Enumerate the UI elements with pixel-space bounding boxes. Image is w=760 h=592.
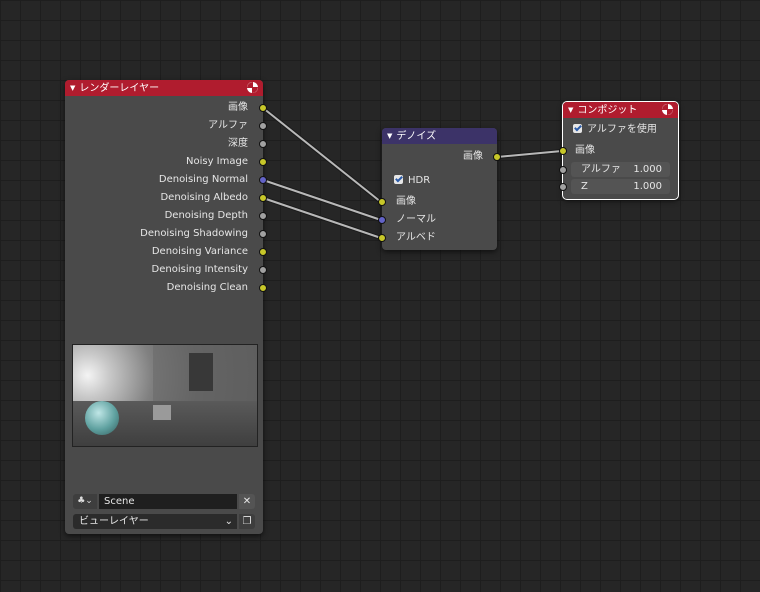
z-field-value: 1.000 — [633, 181, 662, 192]
collapse-arrow-icon[interactable]: ▼ — [387, 132, 392, 140]
output-denoising-clean-label: Denoising Clean — [166, 282, 248, 293]
collapse-arrow-icon[interactable]: ▼ — [568, 106, 573, 114]
output-image-label: 画像 — [228, 102, 248, 113]
denoise-input-albedo-socket[interactable] — [378, 234, 386, 242]
output-denoising-normal-socket[interactable] — [259, 176, 267, 184]
output-denoising-albedo-label: Denoising Albedo — [160, 192, 248, 203]
composite-input-image-label: 画像 — [575, 145, 595, 156]
denoise-input-image-label: 画像 — [396, 196, 416, 207]
view-layer-dropdown[interactable]: ビューレイヤー ⌄ — [73, 514, 237, 529]
hdr-checkbox[interactable]: HDR — [394, 172, 430, 190]
composite-node[interactable]: ▼ コンポジット アルファを使用 画像 アルファ 1.000 Z 1.000 — [559, 101, 679, 200]
output-alpha-label: アルファ — [208, 120, 248, 131]
hdr-label: HDR — [408, 175, 431, 186]
scene-icon[interactable]: ♣⌄ — [73, 494, 97, 509]
output-denoising-variance-socket[interactable] — [259, 248, 267, 256]
use-alpha-checkbox[interactable]: アルファを使用 — [573, 121, 657, 139]
denoise-node[interactable]: ▼ デノイズ 画像 HDR 画像 ノーマル アルベド — [378, 128, 501, 250]
denoise-input-image-socket[interactable] — [378, 198, 386, 206]
link-albedo-to-denoise — [262, 197, 382, 239]
denoise-input-normal-label: ノーマル — [396, 214, 436, 225]
composite-title: コンポジット — [577, 105, 638, 116]
alpha-value-field[interactable]: アルファ 1.000 — [571, 162, 670, 177]
scene-name-field[interactable]: Scene — [99, 494, 237, 509]
composite-input-alpha-socket[interactable] — [559, 166, 567, 174]
alpha-field-value: 1.000 — [633, 164, 662, 175]
denoise-input-albedo-label: アルベド — [396, 232, 436, 243]
close-icon[interactable]: ✕ — [239, 494, 255, 509]
z-field-label: Z — [581, 181, 588, 192]
scene-selector[interactable]: ♣⌄ Scene ✕ — [73, 494, 255, 509]
composite-input-image-socket[interactable] — [559, 147, 567, 155]
alpha-field-label: アルファ — [581, 164, 621, 175]
render-layers-title: レンダーレイヤー — [79, 83, 160, 94]
output-denoising-albedo-socket[interactable] — [259, 194, 267, 202]
link-denoise-to-composite — [496, 150, 563, 158]
output-noisy-image-socket[interactable] — [259, 158, 267, 166]
output-denoising-shadowing-socket[interactable] — [259, 230, 267, 238]
output-image-socket[interactable] — [259, 104, 267, 112]
z-value-field[interactable]: Z 1.000 — [571, 179, 670, 194]
view-layer-selector[interactable]: ビューレイヤー ⌄ ❐ — [73, 514, 255, 529]
denoise-header[interactable]: ▼ デノイズ — [382, 128, 497, 144]
output-denoising-normal-label: Denoising Normal — [158, 174, 248, 185]
render-layers-header[interactable]: ▼ レンダーレイヤー — [65, 80, 263, 96]
use-alpha-label: アルファを使用 — [587, 124, 657, 135]
composite-input-z-socket[interactable] — [559, 183, 567, 191]
output-denoising-shadowing-label: Denoising Shadowing — [140, 228, 248, 239]
output-alpha-socket[interactable] — [259, 122, 267, 130]
denoise-title: デノイズ — [396, 131, 437, 142]
chevron-down-icon: ⌄ — [224, 516, 233, 527]
render-preview-image — [72, 344, 258, 447]
collapse-arrow-icon[interactable]: ▼ — [70, 84, 75, 92]
denoise-output-image-socket[interactable] — [493, 153, 501, 161]
output-denoising-depth-socket[interactable] — [259, 212, 267, 220]
checkbox-icon[interactable] — [573, 124, 582, 133]
output-denoising-intensity-socket[interactable] — [259, 266, 267, 274]
composite-icon — [662, 104, 673, 115]
output-noisy-image-label: Noisy Image — [185, 156, 248, 167]
output-denoising-intensity-label: Denoising Intensity — [151, 264, 248, 275]
output-depth-socket[interactable] — [259, 140, 267, 148]
checkbox-icon[interactable] — [394, 175, 403, 184]
denoise-output-image-label: 画像 — [463, 151, 483, 162]
render-layer-icon — [247, 82, 258, 93]
output-denoising-variance-label: Denoising Variance — [151, 246, 248, 257]
view-layer-name: ビューレイヤー — [79, 516, 149, 527]
render-layers-node[interactable]: ▼ レンダーレイヤー 画像 アルファ 深度 Noisy Image Denoisi… — [65, 80, 267, 534]
output-denoising-depth-label: Denoising Depth — [164, 210, 248, 221]
output-denoising-clean-socket[interactable] — [259, 284, 267, 292]
output-depth-label: 深度 — [228, 138, 248, 149]
composite-header[interactable]: ▼ コンポジット — [563, 102, 678, 118]
denoise-input-normal-socket[interactable] — [378, 216, 386, 224]
copy-icon[interactable]: ❐ — [239, 514, 255, 529]
